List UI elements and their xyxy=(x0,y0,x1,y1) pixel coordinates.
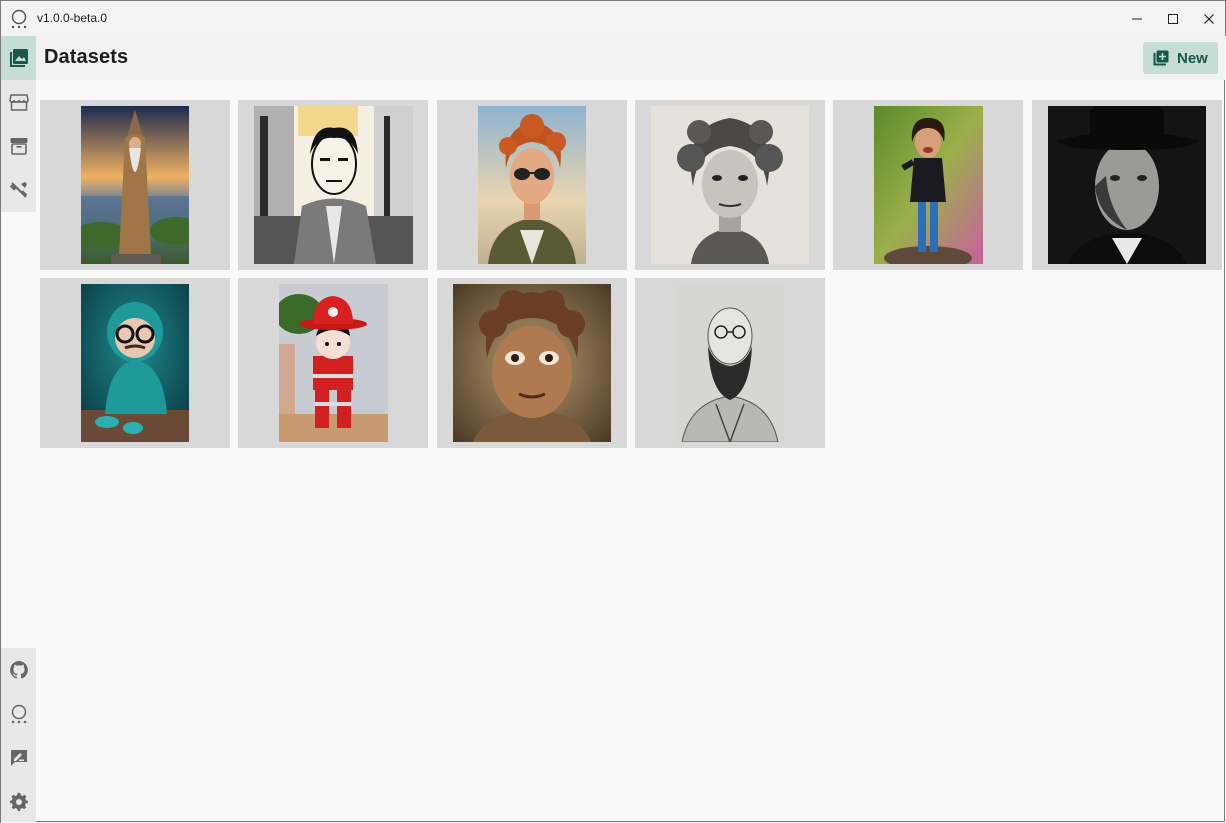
dataset-card[interactable] xyxy=(635,100,825,270)
app-logo-icon xyxy=(11,704,26,724)
close-icon xyxy=(1204,14,1214,24)
gear-icon xyxy=(9,792,28,811)
dataset-card[interactable] xyxy=(1032,100,1222,270)
feedback-icon xyxy=(10,750,27,766)
new-button-label: New xyxy=(1177,49,1208,67)
dataset-card[interactable] xyxy=(635,278,825,448)
close-button[interactable] xyxy=(1191,1,1226,37)
page-header: Datasets New xyxy=(36,36,1225,80)
dataset-card[interactable] xyxy=(238,100,428,270)
github-link[interactable] xyxy=(1,648,36,692)
page-title: Datasets xyxy=(44,46,129,68)
app-logo-icon xyxy=(10,9,28,29)
dataset-thumbnail xyxy=(81,106,189,264)
dataset-thumbnail xyxy=(651,106,809,264)
sidebar-item-archive[interactable] xyxy=(1,124,36,168)
feedback-link[interactable] xyxy=(1,736,36,780)
sidebar-bottom xyxy=(1,648,36,822)
minimize-icon xyxy=(1132,18,1142,20)
sidebar-item-datasets[interactable] xyxy=(1,36,36,80)
dataset-thumbnail xyxy=(676,284,784,442)
dataset-card[interactable] xyxy=(40,278,230,448)
image-gallery-icon xyxy=(9,49,28,67)
dataset-thumbnail xyxy=(81,284,189,442)
dataset-thumbnail xyxy=(874,106,983,264)
maximize-icon xyxy=(1168,14,1178,24)
sidebar-item-store[interactable] xyxy=(1,80,36,124)
github-icon xyxy=(9,661,28,679)
sidebar-top xyxy=(1,36,36,212)
dataset-thumbnail xyxy=(1048,106,1206,264)
dataset-card[interactable] xyxy=(833,100,1023,270)
archive-icon xyxy=(10,138,27,155)
settings-link[interactable] xyxy=(1,780,36,823)
dataset-thumbnail xyxy=(478,106,586,264)
dataset-thumbnail xyxy=(453,284,611,442)
tools-icon xyxy=(9,182,27,198)
new-dataset-button[interactable]: New xyxy=(1143,42,1218,74)
maximize-button[interactable] xyxy=(1155,1,1191,37)
minimize-button[interactable] xyxy=(1119,1,1155,37)
sidebar-item-tools[interactable] xyxy=(1,168,36,212)
dataset-card[interactable] xyxy=(238,278,428,448)
dataset-thumbnail xyxy=(279,284,388,442)
dataset-card[interactable] xyxy=(437,278,627,448)
about-link[interactable] xyxy=(1,692,36,736)
dataset-grid xyxy=(36,80,1225,822)
dataset-thumbnail xyxy=(254,106,413,264)
store-icon xyxy=(8,94,29,111)
dataset-card[interactable] xyxy=(437,100,627,270)
title-bar: v1.0.0-beta.0 xyxy=(0,0,1226,36)
dataset-card[interactable] xyxy=(40,100,230,270)
app-version: v1.0.0-beta.0 xyxy=(37,11,108,25)
add-image-icon xyxy=(1153,50,1169,66)
